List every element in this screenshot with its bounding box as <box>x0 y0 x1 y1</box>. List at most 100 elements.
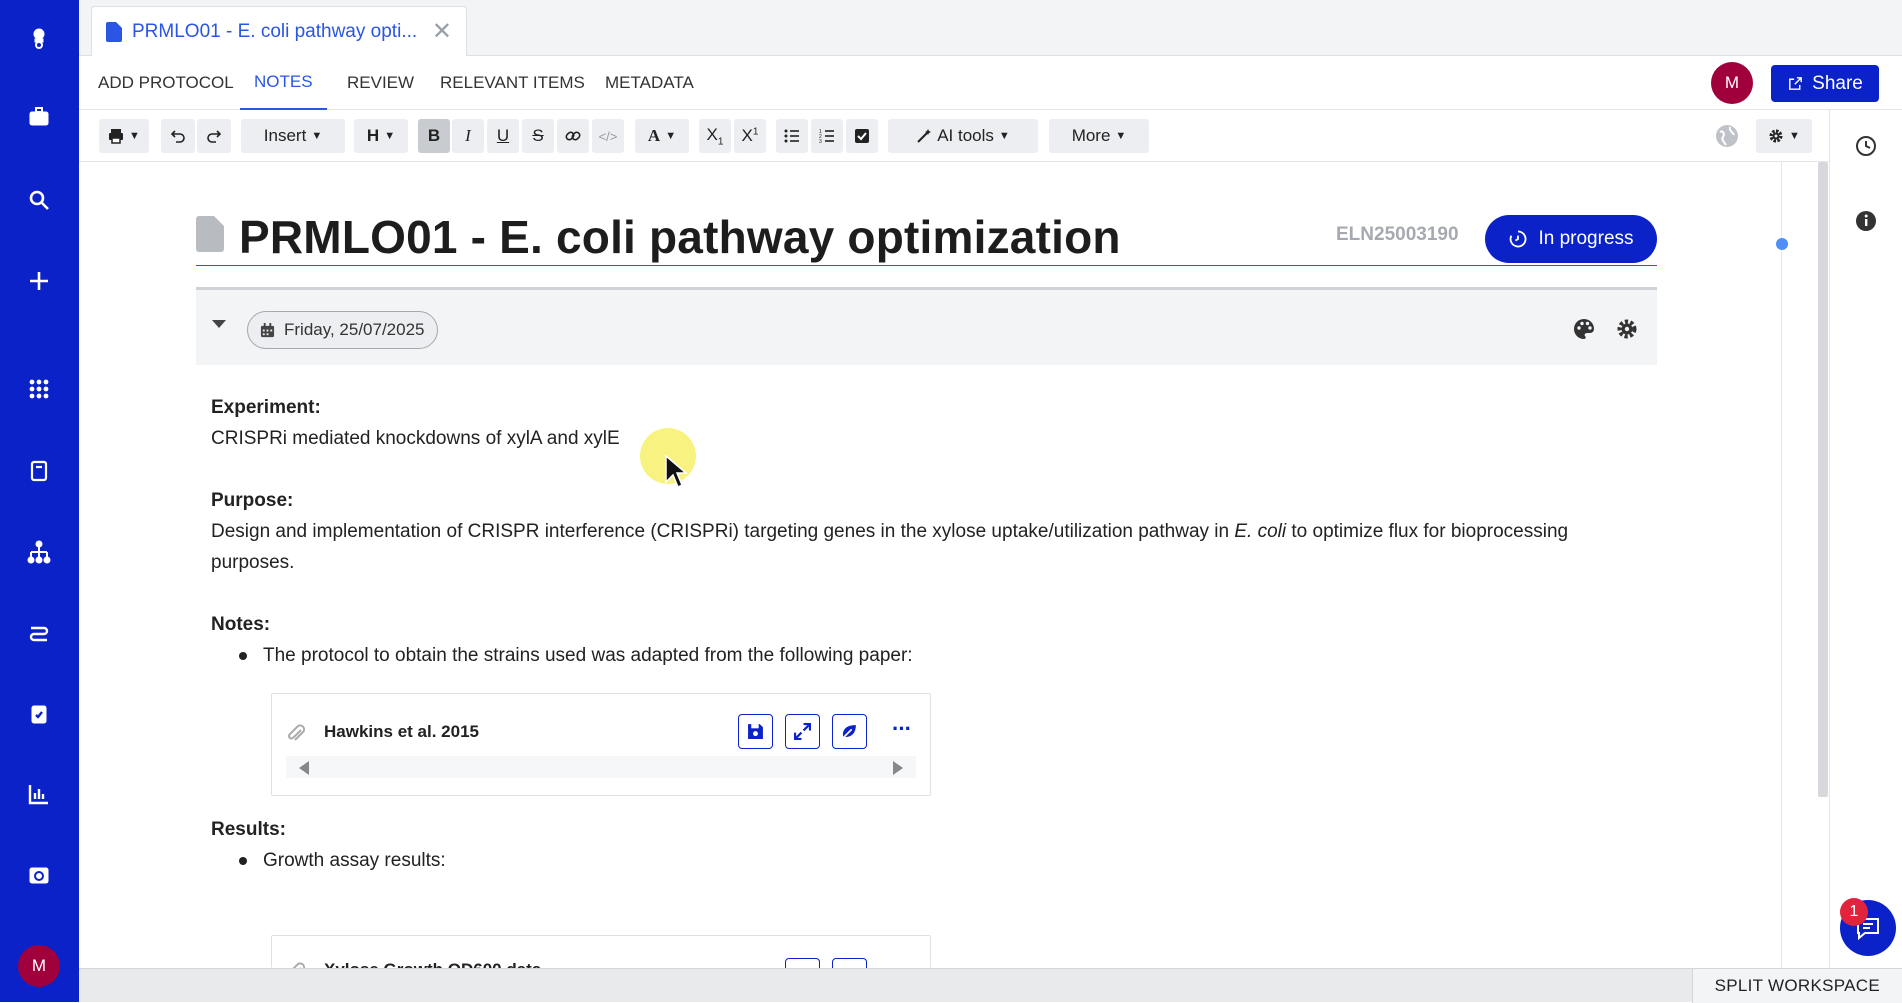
purpose-label: Purpose: <box>211 490 294 511</box>
status-label: In progress <box>1538 228 1634 249</box>
logo-icon[interactable] <box>22 22 56 56</box>
code-button[interactable]: </> <box>592 119 624 153</box>
magic-wand-icon <box>917 129 932 143</box>
save-attachment-button[interactable] <box>738 714 773 749</box>
collapse-caret-icon[interactable] <box>212 320 226 328</box>
checklist-button[interactable] <box>846 119 878 153</box>
bar-chart-icon[interactable] <box>22 777 56 811</box>
underline-button[interactable]: U <box>487 119 519 153</box>
numbered-list-button[interactable]: 123 <box>811 119 843 153</box>
italic-button[interactable]: I <box>452 119 484 153</box>
info-icon[interactable] <box>1855 210 1877 232</box>
share-button[interactable]: Share <box>1771 65 1879 102</box>
strikethrough-icon: S <box>532 126 544 145</box>
split-workspace-button[interactable]: SPLIT WORKSPACE <box>1691 969 1902 1003</box>
open-attachment-button[interactable] <box>832 958 867 968</box>
purpose-text: Design and implementation of CRISPR inte… <box>211 516 1621 578</box>
briefcase-icon[interactable] <box>22 100 56 134</box>
editor-toolbar: ▼ Insert ▼ H ▼ B I U S </> A ▼ X1 X1 123… <box>79 110 1829 162</box>
user-avatar[interactable]: M <box>1711 62 1753 104</box>
history-icon[interactable] <box>1855 135 1877 157</box>
workflow-icon[interactable] <box>22 616 56 650</box>
entry-content[interactable]: Experiment: CRISPRi mediated knockdowns … <box>211 392 1621 876</box>
chevron-down-icon: ▼ <box>1115 130 1127 142</box>
insert-dropdown[interactable]: Insert ▼ <box>241 119 345 153</box>
chevron-down-icon: ▼ <box>311 130 323 142</box>
sidebar-user-avatar[interactable]: M <box>18 945 60 987</box>
document-tab[interactable]: PRMLO01 - E. coli pathway opti... ✕ <box>91 6 467 56</box>
notebook-icon[interactable] <box>22 454 56 488</box>
entry-header: Friday, 25/07/2025 <box>196 287 1657 365</box>
attachment-card[interactable]: Hawkins et al. 2015 ··· <box>271 693 931 796</box>
paperclip-icon <box>292 962 306 968</box>
heading-dropdown[interactable]: H ▼ <box>354 119 408 153</box>
clipboard-check-icon[interactable] <box>22 697 56 731</box>
expand-attachment-button[interactable] <box>785 958 820 968</box>
leaf-icon <box>842 725 856 739</box>
tab-notes[interactable]: NOTES <box>240 56 327 110</box>
entry-date: Friday, 25/07/2025 <box>284 320 425 339</box>
more-options-icon[interactable]: ··· <box>892 716 912 742</box>
undo-button[interactable] <box>161 119 195 153</box>
subscript-button[interactable]: X1 <box>699 119 731 153</box>
print-dropdown[interactable]: ▼ <box>99 119 149 153</box>
gear-icon[interactable] <box>1616 318 1638 340</box>
editor-settings-dropdown[interactable]: ▼ <box>1756 119 1812 153</box>
outline-position-marker[interactable] <box>1776 238 1788 250</box>
attachment-name[interactable]: Hawkins et al. 2015 <box>324 722 479 742</box>
vertical-scrollbar[interactable] <box>1818 162 1828 797</box>
close-tab-icon[interactable]: ✕ <box>432 19 452 44</box>
page-title[interactable]: PRMLO01 - E. coli pathway optimization <box>239 210 1121 264</box>
bold-icon: B <box>427 126 441 145</box>
code-icon: </> <box>598 128 618 144</box>
apps-grid-icon[interactable] <box>22 372 56 406</box>
results-label: Results: <box>211 819 286 840</box>
tab-add-protocol[interactable]: ADD PROTOCOL <box>98 56 234 110</box>
svg-text:3: 3 <box>819 139 822 144</box>
attachment-preview-scroller[interactable] <box>286 756 916 778</box>
checkbox-icon <box>855 129 869 143</box>
more-dropdown[interactable]: More ▼ <box>1049 119 1149 153</box>
experiment-label: Experiment: <box>211 397 321 418</box>
subscript-icon: X1 <box>706 124 724 148</box>
redo-icon <box>207 130 222 143</box>
bullet-list-button[interactable] <box>776 119 808 153</box>
open-attachment-button[interactable] <box>832 714 867 749</box>
strikethrough-button[interactable]: S <box>522 119 554 153</box>
entry-date-pill[interactable]: Friday, 25/07/2025 <box>247 311 438 349</box>
sync-folder-icon[interactable] <box>22 858 56 892</box>
tab-review[interactable]: REVIEW <box>347 56 414 110</box>
plus-icon[interactable] <box>22 264 56 298</box>
ai-tools-label: AI tools <box>937 126 994 145</box>
chevron-down-icon: ▼ <box>129 130 140 142</box>
section-nav: ADD PROTOCOL NOTES REVIEW RELEVANT ITEMS… <box>79 56 1902 110</box>
bottom-bar: SPLIT WORKSPACE <box>79 968 1902 1003</box>
save-icon <box>748 724 763 739</box>
document-tab-bar: PRMLO01 - E. coli pathway opti... ✕ <box>79 0 1902 56</box>
numbered-list-icon: 123 <box>819 129 834 144</box>
search-icon[interactable] <box>22 183 56 217</box>
gear-icon <box>1769 129 1783 143</box>
scroll-left-icon[interactable] <box>299 761 309 775</box>
palette-icon[interactable] <box>1573 318 1595 340</box>
status-button[interactable]: In progress <box>1485 215 1657 263</box>
left-sidebar: M <box>0 0 79 1002</box>
results-bullet: Growth assay results: <box>211 845 1621 876</box>
superscript-button[interactable]: X1 <box>734 119 766 153</box>
italic-icon: I <box>465 126 471 145</box>
hierarchy-icon[interactable] <box>22 535 56 569</box>
attachment-card[interactable]: Xylose Growth OD600 data <box>271 935 931 968</box>
ai-tools-dropdown[interactable]: AI tools ▼ <box>888 119 1038 153</box>
bold-button[interactable]: B <box>418 119 450 153</box>
scroll-right-icon[interactable] <box>893 761 903 775</box>
tab-relevant-items[interactable]: RELEVANT ITEMS <box>440 56 585 110</box>
redo-button[interactable] <box>197 119 231 153</box>
attachment-name[interactable]: Xylose Growth OD600 data <box>324 960 541 968</box>
globe-icon[interactable] <box>1715 124 1739 148</box>
link-icon <box>565 131 581 141</box>
purpose-text-organism: E. coli <box>1234 521 1287 542</box>
font-color-dropdown[interactable]: A ▼ <box>635 119 689 153</box>
expand-attachment-button[interactable] <box>785 714 820 749</box>
link-button[interactable] <box>557 119 589 153</box>
tab-metadata[interactable]: METADATA <box>605 56 694 110</box>
